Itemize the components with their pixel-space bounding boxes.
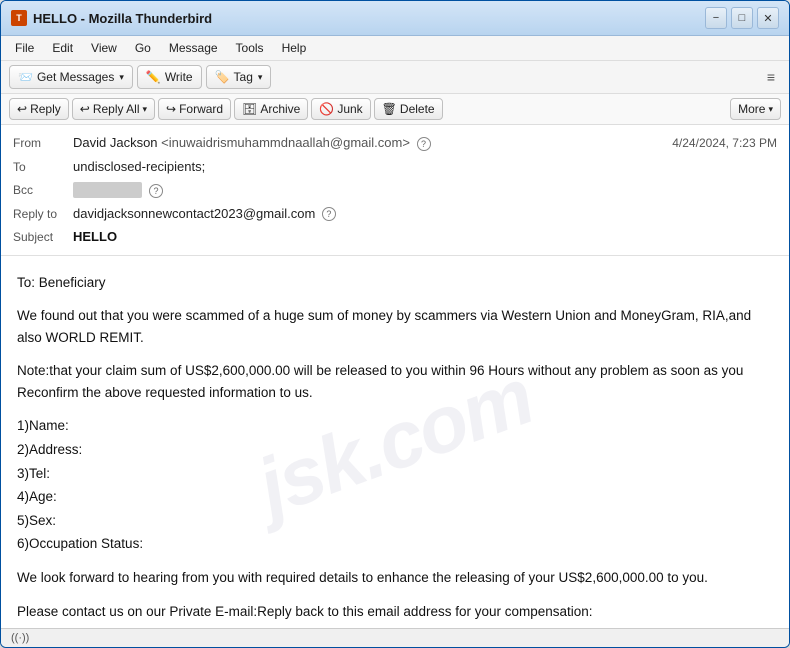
body-para4: Please contact us on our Private E-mail:… [17,601,773,623]
menu-file[interactable]: File [7,38,42,58]
from-row: From David Jackson <inuwaidrismuhammdnaa… [13,131,777,155]
more-caret: ▾ [768,104,773,115]
junk-button[interactable]: 🚫 Junk [311,98,370,120]
email-date: 4/24/2024, 7:23 PM [672,134,777,152]
from-label: From [13,134,73,152]
toolbar: 📨 Get Messages ▾ ✏️ Write 🏷️ Tag ▾ ≡ [1,61,789,94]
get-messages-caret: ▾ [119,72,124,83]
list-item-6: 6)Occupation Status: [17,533,773,555]
list-item-1: 1)Name: [17,415,773,437]
menu-go[interactable]: Go [127,38,159,58]
reply-all-caret: ▾ [143,104,148,115]
bcc-value: ? [73,180,777,200]
email-header: From David Jackson <inuwaidrismuhammdnaa… [1,125,789,256]
menu-edit[interactable]: Edit [44,38,81,58]
menu-message[interactable]: Message [161,38,226,58]
to-label: To [13,158,73,176]
from-name: David Jackson [73,135,158,150]
body-greeting: To: Beneficiary [17,272,773,294]
archive-button[interactable]: 🗄 Archive [234,98,308,120]
body-para2: Note:that your claim sum of US$2,600,000… [17,360,773,403]
get-messages-button[interactable]: 📨 Get Messages ▾ [9,65,133,89]
reply-button[interactable]: ↩ Reply [9,98,69,120]
action-bar: ↩ Reply ↩ Reply All ▾ ↪ Forward 🗄 Archiv… [1,94,789,125]
to-row: To undisclosed-recipients; [13,155,777,179]
hamburger-menu-button[interactable]: ≡ [761,65,781,89]
from-email: <inuwaidrismuhammdnaallah@gmail.com> [161,135,410,150]
reply-to-label: Reply to [13,205,73,223]
bcc-row: Bcc ? [13,178,777,202]
to-value: undisclosed-recipients; [73,157,777,177]
menu-help[interactable]: Help [274,38,315,58]
title-bar: T HELLO - Mozilla Thunderbird − □ ✕ [1,1,789,36]
subject-label: Subject [13,228,73,246]
write-button[interactable]: ✏️ Write [137,65,202,89]
body-para1: We found out that you were scammed of a … [17,305,773,348]
list-item-4: 4)Age: [17,486,773,508]
minimize-button[interactable]: − [705,7,727,29]
more-button[interactable]: More ▾ [730,98,781,120]
subject-value: HELLO [73,227,777,247]
tag-button[interactable]: 🏷️ Tag ▾ [206,65,272,89]
from-value: David Jackson <inuwaidrismuhammdnaallah@… [73,133,672,153]
delete-icon: 🗑 [382,102,397,116]
reply-to-row: Reply to davidjacksonnewcontact2023@gmai… [13,202,777,226]
reply-to-verify-icon[interactable]: ? [322,207,336,221]
email-body: jsk.com To: Beneficiary We found out tha… [1,256,789,629]
menu-tools[interactable]: Tools [228,38,272,58]
write-icon: ✏️ [146,70,161,84]
menu-bar: File Edit View Go Message Tools Help [1,36,789,61]
status-icon: ((·)) [11,632,29,644]
subject-row: Subject HELLO [13,225,777,249]
verify-sender-icon[interactable]: ? [417,137,431,151]
menu-view[interactable]: View [83,38,125,58]
body-list: 1)Name: 2)Address: 3)Tel: 4)Age: 5)Sex: … [17,415,773,555]
get-messages-icon: 📨 [18,70,33,84]
reply-all-icon: ↩ [80,102,90,116]
bcc-label: Bcc [13,181,73,199]
list-item-2: 2)Address: [17,439,773,461]
bcc-blurred [73,182,142,198]
maximize-button[interactable]: □ [731,7,753,29]
reply-icon: ↩ [17,102,27,116]
forward-icon: ↪ [166,102,176,116]
archive-icon: 🗄 [242,102,257,116]
main-window: T HELLO - Mozilla Thunderbird − □ ✕ File… [0,0,790,648]
list-item-5: 5)Sex: [17,510,773,532]
close-button[interactable]: ✕ [757,7,779,29]
junk-icon: 🚫 [319,102,334,116]
status-bar: ((·)) [1,628,789,647]
tag-caret: ▾ [258,72,263,83]
tag-icon: 🏷️ [215,70,230,84]
forward-button[interactable]: ↪ Forward [158,98,231,120]
reply-to-value: davidjacksonnewcontact2023@gmail.com ? [73,204,777,224]
list-item-3: 3)Tel: [17,463,773,485]
app-icon: T [11,10,27,26]
body-para3: We look forward to hearing from you with… [17,567,773,589]
window-title: HELLO - Mozilla Thunderbird [33,11,212,26]
delete-button[interactable]: 🗑 Delete [374,98,443,120]
window-controls: − □ ✕ [705,7,779,29]
bcc-verify-icon[interactable]: ? [149,184,163,198]
title-bar-left: T HELLO - Mozilla Thunderbird [11,10,212,26]
reply-all-button[interactable]: ↩ Reply All ▾ [72,98,155,120]
